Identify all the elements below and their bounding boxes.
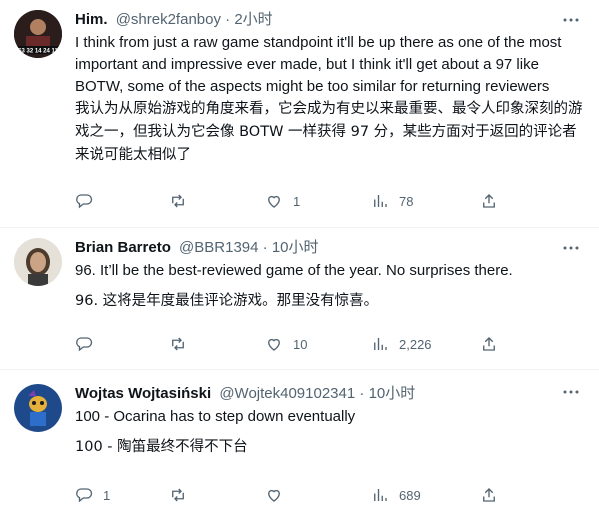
more-icon[interactable]: [561, 12, 581, 28]
like-icon: [268, 195, 280, 208]
share-icon: [483, 337, 495, 351]
views-button[interactable]: 78: [371, 191, 413, 211]
like-count: 10: [293, 336, 308, 352]
reply-button[interactable]: 1: [75, 485, 110, 505]
tweet-text: I think from just a raw game standpoint …: [75, 34, 562, 95]
views-button[interactable]: 2,226: [371, 334, 432, 354]
avatar[interactable]: [14, 238, 62, 286]
timestamp[interactable]: 2小时: [234, 11, 272, 28]
retweet-icon: [172, 194, 184, 208]
share-button[interactable]: [480, 485, 498, 505]
tweet-header: Brian Barreto @BBR1394 · 10小时: [75, 238, 559, 258]
reply-button[interactable]: [75, 334, 103, 354]
share-icon: [483, 194, 495, 208]
separator-dot: ·: [225, 11, 231, 28]
user-handle[interactable]: @shrek2fanboy: [116, 11, 221, 28]
reply-button[interactable]: [75, 191, 103, 211]
avatar[interactable]: 53 32 14 24 11: [14, 10, 62, 58]
svg-text:53 32 14 24 11: 53 32 14 24 11: [18, 49, 58, 55]
tweet-header: Wojtas Wojtasiński @Wojtek409102341 · 10…: [75, 384, 559, 404]
tweet-translation: 我认为从原始游戏的角度来看，它会成为有史以来最重要、最令人印象深刻的游戏之一，但…: [75, 101, 583, 163]
tweet-translation: 100 - 陶笛最终不得不下台: [75, 439, 248, 455]
timestamp[interactable]: 10小时: [272, 239, 319, 256]
retweet-button[interactable]: [169, 334, 197, 354]
like-button[interactable]: [265, 485, 293, 505]
display-name[interactable]: Brian Barreto: [75, 239, 171, 256]
tweet-translation: 96. 这将是年度最佳评论游戏。那里没有惊喜。: [75, 293, 379, 309]
tweet[interactable]: 53 32 14 24 11 Him. @shrek2fanboy · 2小时 …: [0, 0, 599, 228]
reply-icon: [76, 337, 93, 352]
action-bar: 10 2,226: [75, 334, 515, 354]
action-bar: 1 689: [75, 485, 515, 505]
display-name[interactable]: Wojtas Wojtasiński: [75, 385, 211, 402]
share-button[interactable]: [480, 334, 498, 354]
separator-dot: ·: [359, 385, 365, 402]
views-count: 689: [399, 487, 421, 503]
tweet-header: Him. @shrek2fanboy · 2小时: [75, 10, 559, 30]
views-button[interactable]: 689: [371, 485, 421, 505]
separator-dot: ·: [262, 239, 268, 256]
views-icon: [374, 195, 387, 207]
like-icon: [268, 338, 280, 351]
like-icon: [268, 489, 280, 502]
share-icon: [483, 488, 495, 502]
retweet-button[interactable]: [169, 191, 197, 211]
retweet-button[interactable]: [169, 485, 197, 505]
action-bar: 1 78: [75, 191, 515, 211]
more-icon[interactable]: [561, 384, 581, 400]
user-handle[interactable]: @Wojtek409102341: [219, 385, 355, 402]
tweet-text: 96. It’ll be the best-reviewed game of t…: [75, 262, 513, 279]
share-button[interactable]: [480, 191, 498, 211]
like-count: 1: [293, 193, 301, 209]
reply-count: 1: [103, 487, 111, 503]
retweet-icon: [172, 488, 184, 502]
avatar[interactable]: [14, 384, 62, 432]
views-icon: [374, 338, 387, 350]
timestamp[interactable]: 10小时: [369, 385, 416, 402]
reply-icon: [76, 488, 93, 503]
like-button[interactable]: 1: [265, 191, 300, 211]
retweet-icon: [172, 337, 184, 351]
tweet[interactable]: Brian Barreto @BBR1394 · 10小时 96. It’ll …: [0, 228, 599, 370]
tweet[interactable]: Wojtas Wojtasiński @Wojtek409102341 · 10…: [0, 370, 599, 511]
like-button[interactable]: 10: [265, 334, 307, 354]
views-count: 2,226: [399, 336, 432, 352]
user-handle[interactable]: @BBR1394: [179, 239, 258, 256]
display-name[interactable]: Him.: [75, 11, 108, 28]
views-icon: [374, 489, 387, 501]
tweet-text: 100 - Ocarina has to step down eventuall…: [75, 408, 356, 425]
views-count: 78: [399, 193, 414, 209]
more-icon[interactable]: [561, 240, 581, 256]
reply-icon: [76, 194, 93, 209]
